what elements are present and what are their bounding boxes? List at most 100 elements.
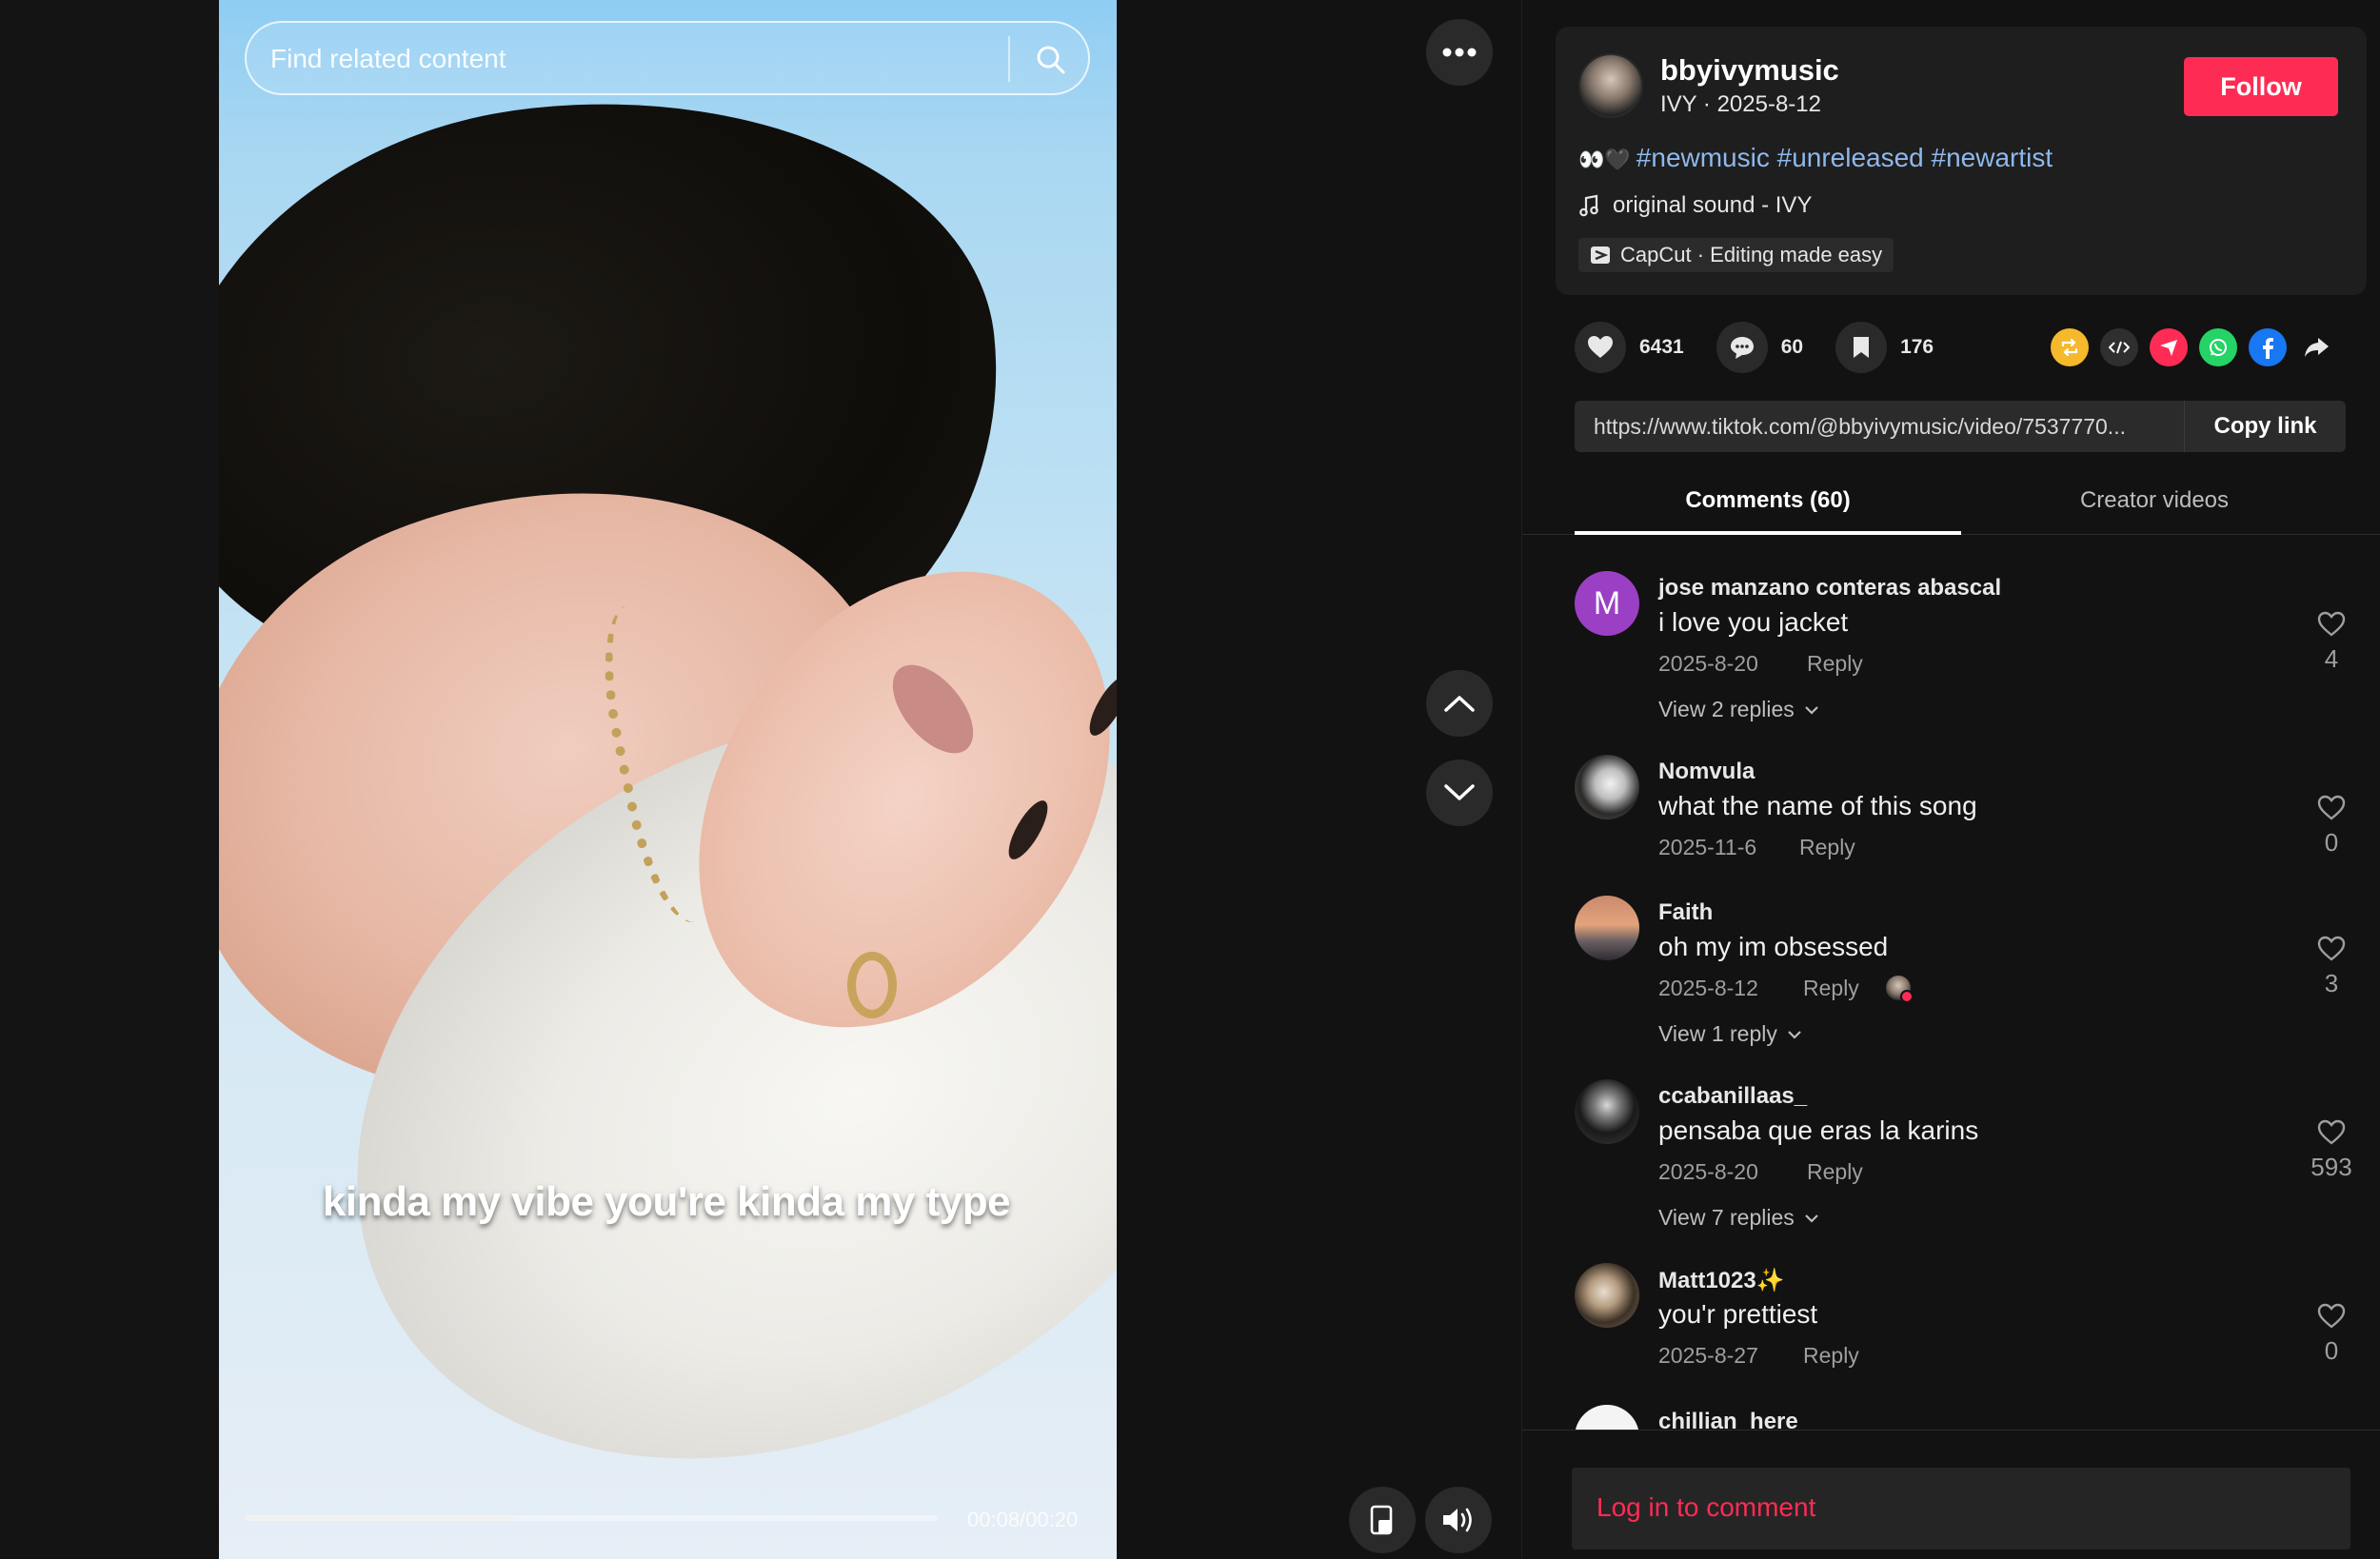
like-stat[interactable]: 6431 <box>1575 322 1684 373</box>
commenter-avatar[interactable] <box>1575 755 1639 819</box>
reply-button[interactable]: Reply <box>1803 976 1859 1001</box>
comment-text: oh my im obsessed <box>1658 932 1889 961</box>
commenter-name[interactable]: Faith <box>1658 899 1713 926</box>
video-caption: kinda my vibe you're kinda my type <box>322 1178 1011 1225</box>
embed-button[interactable] <box>2100 328 2138 366</box>
search-button[interactable] <box>1025 34 1077 86</box>
capcut-label: CapCut · Editing made easy <box>1620 243 1883 266</box>
comment-text: i love you jacket <box>1658 607 1849 637</box>
like-count: 6431 <box>1639 336 1684 358</box>
panel-tabs: Comments (60) Creator videos <box>1522 482 2380 535</box>
video-frame-earring <box>847 952 897 1018</box>
tab-comments[interactable]: Comments (60) <box>1575 487 1961 514</box>
commenter-avatar[interactable]: M <box>1575 571 1639 636</box>
share-options <box>2051 328 2336 366</box>
commenter-avatar[interactable] <box>1575 1405 1639 1430</box>
comment-like[interactable]: 0 <box>2298 1303 2365 1366</box>
comment-button[interactable] <box>1716 322 1768 373</box>
sound-link[interactable]: original sound - IVY <box>1578 192 1812 219</box>
commenter-name[interactable]: ccabanillaas_ <box>1658 1083 1807 1110</box>
volume-button[interactable] <box>1425 1487 1492 1553</box>
next-video-button[interactable] <box>1426 760 1493 826</box>
like-button[interactable] <box>1575 322 1626 373</box>
chevron-down-icon <box>1804 705 1818 715</box>
save-count: 176 <box>1900 336 1934 358</box>
commenter-avatar[interactable] <box>1575 896 1639 960</box>
author-avatar[interactable] <box>1578 53 1643 118</box>
comment-list[interactable]: M jose manzano conteras abascal i love y… <box>1522 552 2380 1430</box>
video-url[interactable]: https://www.tiktok.com/@bbyivymusic/vide… <box>1594 414 2165 440</box>
save-stat[interactable]: 176 <box>1835 322 1934 373</box>
copy-link-button[interactable]: Copy link <box>2184 401 2346 452</box>
view-replies-button[interactable]: View 7 replies <box>1658 1205 1819 1231</box>
commenter-name[interactable]: chillian_here <box>1658 1409 1798 1430</box>
music-note-icon <box>1579 194 1598 217</box>
view-replies-label: View 1 reply <box>1658 1021 1777 1046</box>
repost-icon <box>2061 338 2078 357</box>
chevron-up-icon <box>1444 696 1475 712</box>
reply-button[interactable]: Reply <box>1807 1159 1863 1185</box>
creator-liked-badge <box>1886 976 1914 1004</box>
chevron-down-icon <box>1804 1214 1818 1223</box>
follow-button[interactable]: Follow <box>2184 57 2338 116</box>
comment-date: 2025-8-27 <box>1658 1343 1758 1368</box>
comment-like-count: 0 <box>2324 828 2339 857</box>
whatsapp-button[interactable] <box>2199 328 2237 366</box>
reply-button[interactable]: Reply <box>1803 1343 1859 1369</box>
engagement-stats: 6431 60 176 <box>1575 322 1966 373</box>
previous-video-button[interactable] <box>1426 670 1493 737</box>
tab-creator-videos[interactable]: Creator videos <box>1961 487 2348 514</box>
chevron-down-icon <box>1788 1030 1801 1039</box>
progress-bar[interactable] <box>245 1515 938 1521</box>
author-username[interactable]: bbyivymusic <box>1660 53 1839 88</box>
video-player[interactable]: Find related content kinda my vibe you'r… <box>219 0 1117 1559</box>
reply-button[interactable]: Reply <box>1807 651 1863 677</box>
description-emoji: 👀🖤 <box>1578 148 1631 171</box>
comment-date: 2025-8-20 <box>1658 651 1758 676</box>
facebook-icon <box>2263 338 2273 359</box>
capcut-badge[interactable]: CapCut · Editing made easy <box>1578 238 1894 272</box>
commenter-name[interactable]: jose manzano conteras abascal <box>1658 575 2001 602</box>
view-replies-label: View 2 replies <box>1658 697 1795 721</box>
video-info-card: bbyivymusic IVY · 2025-8-12 Follow 👀🖤 #ne… <box>1556 27 2367 295</box>
facebook-button[interactable] <box>2249 328 2287 366</box>
comment-like[interactable]: 0 <box>2298 795 2365 858</box>
more-options-button[interactable] <box>1426 19 1493 86</box>
mini-player-button[interactable] <box>1349 1487 1416 1553</box>
search-box[interactable]: Find related content <box>245 21 1090 95</box>
commenter-avatar[interactable] <box>1575 1263 1639 1328</box>
comment-footer-divider <box>1522 1430 2380 1431</box>
comment-text: you'r prettiest <box>1658 1299 1818 1329</box>
comment-like[interactable]: 593 <box>2298 1119 2365 1182</box>
comment-like-count: 0 <box>2324 1336 2339 1365</box>
commenter-name[interactable]: Matt1023✨ <box>1658 1267 1785 1294</box>
comment-like-count: 593 <box>2311 1153 2352 1181</box>
repost-button[interactable] <box>2051 328 2089 366</box>
commenter-avatar[interactable] <box>1575 1079 1639 1144</box>
comment-like-count: 4 <box>2324 644 2339 673</box>
view-replies-button[interactable]: View 2 replies <box>1658 697 1819 722</box>
whatsapp-icon <box>2210 339 2227 356</box>
share-arrow-icon <box>2305 338 2329 357</box>
comment-like[interactable]: 4 <box>2298 611 2365 674</box>
capcut-icon <box>1591 247 1610 264</box>
more-share-button[interactable] <box>2298 328 2336 366</box>
commenter-name[interactable]: Nomvula <box>1658 759 1755 785</box>
search-input[interactable]: Find related content <box>270 44 506 74</box>
video-description: 👀🖤 #newmusic #unreleased #newartist <box>1578 143 2053 173</box>
comment-like[interactable]: 3 <box>2298 936 2365 998</box>
volume-icon <box>1443 1508 1472 1532</box>
hashtag-links[interactable]: #newmusic #unreleased #newartist <box>1636 143 2053 172</box>
mini-player-icon <box>1370 1505 1393 1535</box>
comment-text: pensaba que eras la karins <box>1658 1115 1979 1145</box>
reply-button[interactable]: Reply <box>1799 835 1855 860</box>
comment-date: 2025-11-6 <box>1658 835 1757 859</box>
view-replies-button[interactable]: View 1 reply <box>1658 1021 1802 1047</box>
page: Find related content kinda my vibe you'r… <box>0 0 2380 1559</box>
save-button[interactable] <box>1835 322 1888 373</box>
login-to-comment-button[interactable]: Log in to comment <box>1572 1468 2350 1549</box>
view-replies-label: View 7 replies <box>1658 1205 1795 1230</box>
comment-stat[interactable]: 60 <box>1716 322 1803 373</box>
login-to-comment-label: Log in to comment <box>1597 1492 1816 1522</box>
send-to-friends-button[interactable] <box>2150 328 2188 366</box>
